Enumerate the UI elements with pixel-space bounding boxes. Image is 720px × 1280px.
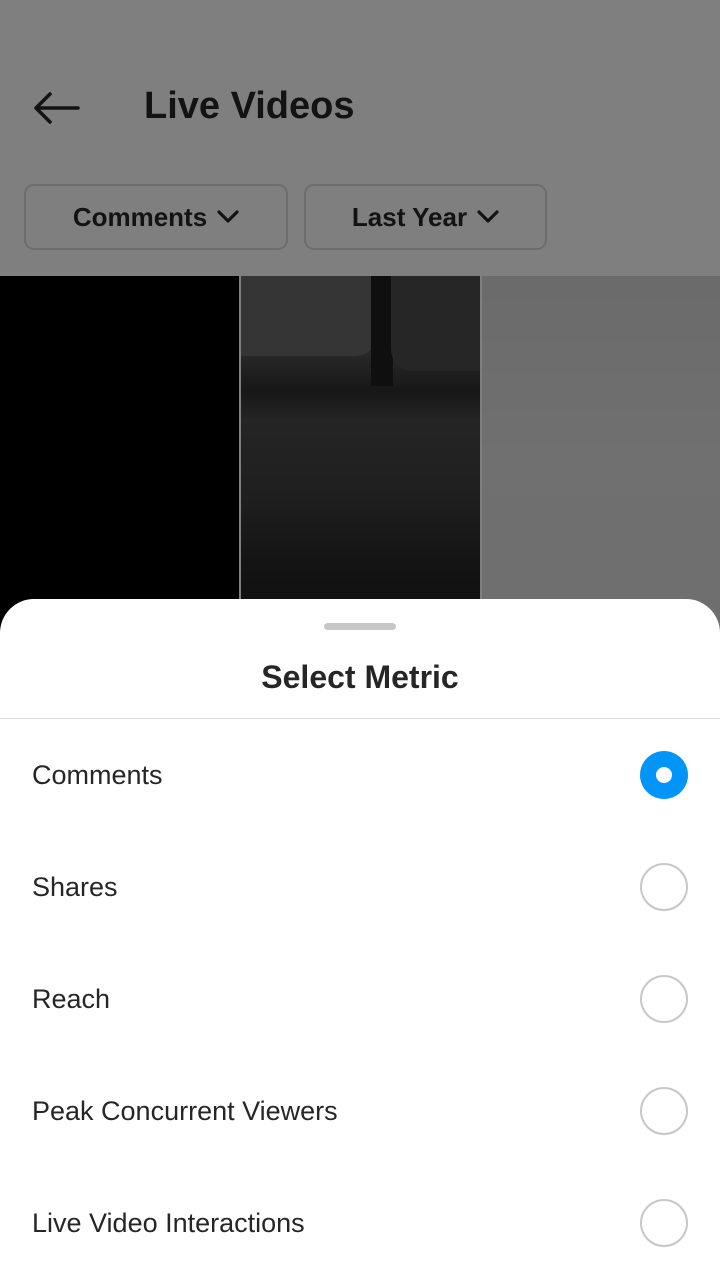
option-label: Reach bbox=[32, 984, 111, 1014]
metric-option-peak-concurrent-viewers[interactable]: Peak Concurrent Viewers bbox=[0, 1055, 720, 1167]
select-metric-sheet: Select Metric Comments Shares Reach Peak… bbox=[0, 599, 720, 1280]
radio-unselected[interactable] bbox=[640, 975, 688, 1023]
option-label: Peak Concurrent Viewers bbox=[32, 1096, 338, 1126]
option-label: Live Video Interactions bbox=[32, 1208, 305, 1238]
radio-unselected[interactable] bbox=[640, 1199, 688, 1247]
radio-unselected[interactable] bbox=[640, 863, 688, 911]
metric-option-live-video-interactions[interactable]: Live Video Interactions bbox=[0, 1167, 720, 1279]
metric-option-reach[interactable]: Reach bbox=[0, 943, 720, 1055]
metric-option-comments[interactable]: Comments bbox=[0, 719, 720, 831]
sheet-drag-handle[interactable] bbox=[324, 623, 396, 630]
option-label: Shares bbox=[32, 872, 118, 902]
sheet-title: Select Metric bbox=[261, 659, 459, 695]
radio-selected[interactable] bbox=[640, 751, 688, 799]
option-label: Comments bbox=[32, 760, 163, 790]
radio-unselected[interactable] bbox=[640, 1087, 688, 1135]
metric-option-shares[interactable]: Shares bbox=[0, 831, 720, 943]
